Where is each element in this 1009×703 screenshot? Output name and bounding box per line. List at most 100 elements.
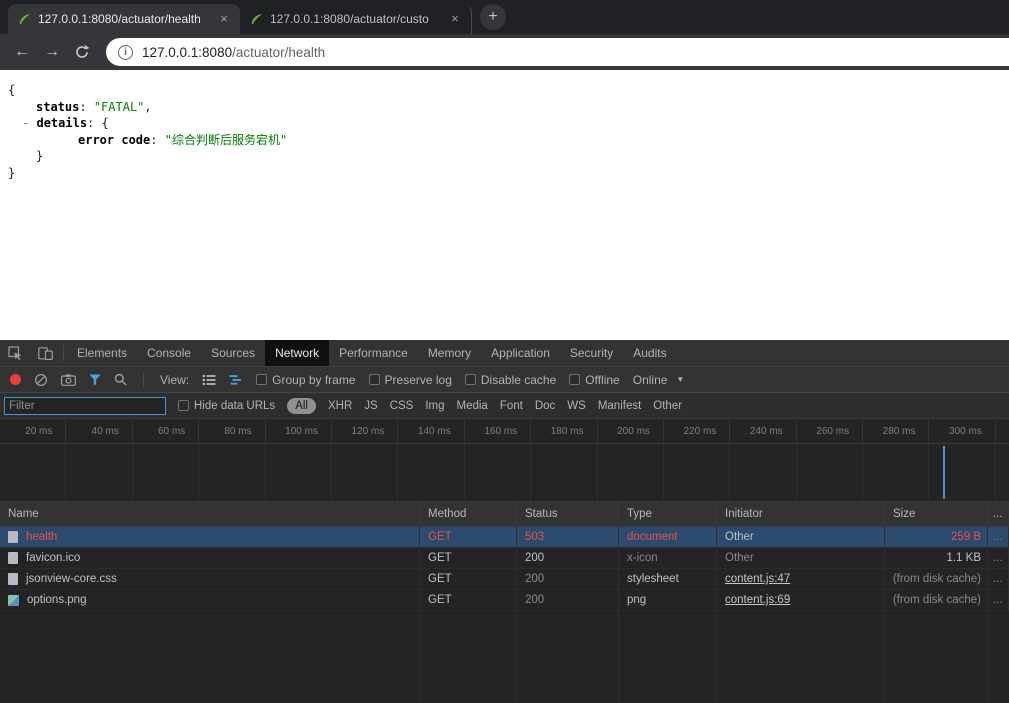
- gridline-cell: [332, 444, 398, 501]
- filter-input[interactable]: [4, 397, 166, 415]
- disable-cache-checkbox[interactable]: Disable cache: [465, 373, 556, 387]
- filter-pill-js[interactable]: JS: [364, 400, 377, 412]
- device-toolbar-button[interactable]: [30, 340, 60, 366]
- timeline-tick: 80 ms: [199, 419, 265, 443]
- checkbox-icon[interactable]: [465, 374, 476, 385]
- info-icon[interactable]: i: [118, 45, 133, 60]
- checkbox-icon[interactable]: [369, 374, 380, 385]
- timeline-ruler: 20 ms 40 ms 60 ms 80 ms 100 ms 120 ms 14…: [0, 419, 1009, 444]
- devtools-tab-security[interactable]: Security: [560, 340, 623, 366]
- devtools-tab-network[interactable]: Network: [265, 340, 329, 366]
- timeline-tick: 300 ms: [929, 419, 995, 443]
- initiator-link[interactable]: content.js:47: [725, 573, 790, 585]
- json-viewer-page: { status: "FATAL", - details: { error co…: [0, 70, 1009, 340]
- gridline-cell: [863, 444, 929, 501]
- view-label: View:: [160, 373, 189, 387]
- hide-data-urls-checkbox[interactable]: Hide data URLs: [178, 400, 275, 412]
- filter-pill-img[interactable]: Img: [425, 400, 444, 412]
- close-icon[interactable]: ×: [447, 11, 463, 27]
- gridline-cell: [929, 444, 995, 501]
- disable-cache-label[interactable]: Disable cache: [481, 373, 556, 387]
- network-toolbar: View: Group by frame Preserve log Disabl…: [0, 367, 1009, 393]
- column-header-type[interactable]: Type: [619, 502, 717, 526]
- filter-pill-font[interactable]: Font: [500, 400, 523, 412]
- reload-button[interactable]: [68, 38, 96, 66]
- checkbox-icon[interactable]: [178, 400, 189, 411]
- gridline-cell: [797, 444, 863, 501]
- devtools-tab-application[interactable]: Application: [481, 340, 560, 366]
- column-header-method[interactable]: Method: [420, 502, 517, 526]
- tab-title: 127.0.0.1:8080/actuator/custo: [270, 12, 440, 26]
- group-by-frame-checkbox[interactable]: Group by frame: [256, 373, 355, 387]
- throttling-value[interactable]: Online: [633, 373, 668, 387]
- request-type-cell: png: [619, 590, 717, 610]
- request-type-cell: x-icon: [619, 548, 717, 568]
- request-name-cell: favicon.ico: [0, 548, 420, 568]
- devtools-tab-audits[interactable]: Audits: [623, 340, 676, 366]
- column-header-overflow[interactable]: ...: [988, 502, 1009, 526]
- back-button[interactable]: ←: [8, 38, 36, 66]
- json-comma: ,: [144, 100, 151, 114]
- waterfall-overview[interactable]: [0, 444, 1009, 502]
- table-row-jsonview-css[interactable]: jsonview-core.css GET 200 stylesheet con…: [0, 569, 1009, 590]
- search-icon[interactable]: [114, 373, 127, 386]
- column-header-name[interactable]: Name: [0, 502, 420, 526]
- json-line: }: [8, 165, 1009, 182]
- filter-pill-css[interactable]: CSS: [390, 400, 414, 412]
- request-size-cell: (from disk cache): [885, 590, 988, 610]
- inspect-element-button[interactable]: [0, 340, 30, 366]
- checkbox-icon[interactable]: [256, 374, 267, 385]
- filter-pill-all[interactable]: All: [287, 398, 316, 414]
- collapse-toggle-icon[interactable]: -: [22, 116, 29, 130]
- filter-pill-ws[interactable]: WS: [567, 400, 586, 412]
- filter-pill-doc[interactable]: Doc: [535, 400, 555, 412]
- filter-funnel-icon[interactable]: [89, 374, 101, 386]
- column-header-size[interactable]: Size: [885, 502, 988, 526]
- close-icon[interactable]: ×: [216, 11, 232, 27]
- hide-data-urls-label[interactable]: Hide data URLs: [194, 400, 275, 412]
- devtools-tab-sources[interactable]: Sources: [201, 340, 265, 366]
- browser-toolbar: ← → i 127.0.0.1:8080/actuator/health: [0, 34, 1009, 70]
- checkbox-icon[interactable]: [569, 374, 580, 385]
- address-bar[interactable]: i 127.0.0.1:8080/actuator/health: [106, 38, 1009, 66]
- devtools-tab-memory[interactable]: Memory: [418, 340, 481, 366]
- screenshot-camera-icon[interactable]: [61, 374, 76, 386]
- table-row-health[interactable]: health GET 503 document Other 259 B ...: [0, 527, 1009, 548]
- offline-checkbox[interactable]: Offline: [569, 373, 619, 387]
- throttling-dropdown[interactable]: Online ▼: [633, 373, 685, 387]
- initiator-link[interactable]: content.js:69: [725, 594, 790, 606]
- filter-pill-media[interactable]: Media: [457, 400, 488, 412]
- divider: [63, 345, 64, 361]
- table-row-favicon[interactable]: favicon.ico GET 200 x-icon Other 1.1 KB …: [0, 548, 1009, 569]
- table-row-options-png[interactable]: options.png GET 200 png content.js:69 (f…: [0, 590, 1009, 611]
- new-tab-button[interactable]: +: [480, 4, 506, 30]
- timeline-tick: 140 ms: [398, 419, 464, 443]
- devtools-tab-console[interactable]: Console: [137, 340, 201, 366]
- network-filter-bar: Hide data URLs All XHR JS CSS Img Media …: [0, 393, 1009, 419]
- column-header-initiator[interactable]: Initiator: [717, 502, 885, 526]
- browser-tab-custom[interactable]: 127.0.0.1:8080/actuator/custo ×: [240, 4, 472, 34]
- preserve-log-label[interactable]: Preserve log: [385, 373, 452, 387]
- filter-pill-xhr[interactable]: XHR: [328, 400, 352, 412]
- divider: [143, 372, 144, 388]
- request-initiator-cell: content.js:47: [717, 569, 885, 589]
- group-by-frame-label[interactable]: Group by frame: [272, 373, 355, 387]
- filter-pill-other[interactable]: Other: [653, 400, 682, 412]
- filter-pill-manifest[interactable]: Manifest: [598, 400, 641, 412]
- offline-label[interactable]: Offline: [585, 373, 619, 387]
- browser-tab-health[interactable]: 127.0.0.1:8080/actuator/health ×: [8, 4, 240, 34]
- column-header-status[interactable]: Status: [517, 502, 619, 526]
- devtools-tab-performance[interactable]: Performance: [329, 340, 418, 366]
- devtools-tab-elements[interactable]: Elements: [67, 340, 137, 366]
- list-view-icon[interactable]: [202, 374, 216, 386]
- preserve-log-checkbox[interactable]: Preserve log: [369, 373, 452, 387]
- record-icon[interactable]: [10, 374, 21, 385]
- waterfall-view-icon[interactable]: [229, 374, 243, 386]
- forward-button[interactable]: →: [38, 38, 66, 66]
- clear-icon[interactable]: [34, 373, 48, 387]
- request-type-cell: document: [619, 527, 717, 547]
- timeline-tick: 220 ms: [664, 419, 730, 443]
- tab-strip: 127.0.0.1:8080/actuator/health × 127.0.0…: [0, 0, 1009, 34]
- request-name: favicon.ico: [26, 552, 80, 564]
- timeline-tick: 100 ms: [266, 419, 332, 443]
